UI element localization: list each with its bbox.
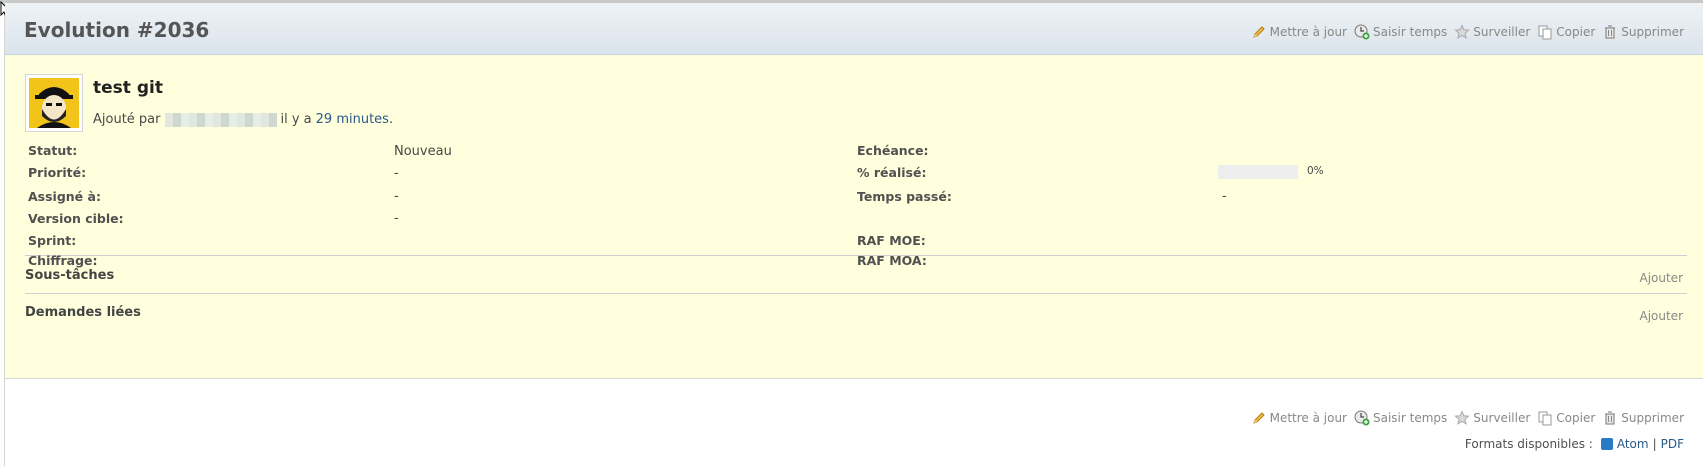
attr-label: Priorité: [28, 165, 87, 180]
relations-title: Demandes liées [25, 305, 141, 320]
user-avatar-icon [29, 78, 79, 128]
atom-link[interactable]: Atom [1617, 437, 1649, 451]
formats-label: Formats disponibles : [1464, 437, 1593, 451]
copy-button[interactable]: Copier [1537, 24, 1595, 40]
divider-relations [25, 293, 1687, 294]
log-time-button[interactable]: Saisir temps [1354, 410, 1447, 426]
attr-label: Sprint: [28, 233, 77, 248]
age-end: . [388, 112, 394, 127]
update-button[interactable]: Mettre à jour [1251, 24, 1347, 40]
delete-button[interactable]: Supprimer [1602, 410, 1684, 426]
trash-icon [1605, 411, 1616, 425]
log-time-button[interactable]: Saisir temps [1354, 24, 1447, 40]
status-value: Nouveau [394, 144, 452, 159]
copy-icon [1538, 25, 1552, 40]
attr-label: RAF MOA: [857, 253, 927, 268]
log-time-label: Saisir temps [1373, 411, 1448, 425]
issue-subject: test git [93, 78, 163, 98]
subtasks-add-link[interactable]: Ajouter [1639, 271, 1683, 285]
trash-icon [1605, 25, 1616, 39]
attr-label: Assigné à: [28, 189, 101, 204]
clock-add-icon [1354, 410, 1370, 426]
copy-label: Copier [1556, 25, 1596, 39]
attr-label: RAF MOE: [857, 233, 926, 248]
star-icon [1454, 410, 1470, 425]
delete-button[interactable]: Supprimer [1602, 24, 1684, 40]
avatar [25, 74, 83, 132]
divider-subtasks [25, 255, 1687, 256]
pencil-icon [1252, 26, 1265, 38]
author-line: Ajouté par il y a 29 minutes. [93, 112, 393, 127]
age-link[interactable]: 29 minutes [316, 112, 389, 127]
top-actions-bar: Mettre à jour Saisir temps Surveiller Co… [1251, 24, 1684, 40]
log-time-label: Saisir temps [1373, 25, 1448, 39]
author-suffix: il y a [280, 112, 312, 127]
export-formats: Formats disponibles : Atom | PDF [1465, 437, 1684, 451]
copy-label: Copier [1556, 411, 1596, 425]
delete-label: Supprimer [1621, 25, 1684, 39]
progress-bar [1218, 165, 1298, 179]
relations-add-link[interactable]: Ajouter [1639, 309, 1683, 323]
attr-label: Echéance: [857, 143, 929, 158]
update-button[interactable]: Mettre à jour [1251, 410, 1347, 426]
copy-icon [1538, 411, 1552, 426]
bottom-actions-bar: Mettre à jour Saisir temps Surveiller Co… [1251, 410, 1684, 426]
attr-label: Version cible: [28, 211, 124, 226]
priority-value: - [394, 166, 399, 181]
watch-label: Surveiller [1473, 411, 1531, 425]
delete-label: Supprimer [1621, 411, 1684, 425]
issue-title: Evolution #2036 [24, 18, 210, 42]
issue-details: test git Ajouté par il y a 29 minutes. S… [5, 55, 1703, 379]
attr-label: Statut: [28, 143, 78, 158]
rss-feed-icon [1600, 438, 1613, 450]
watch-button[interactable]: Surveiller [1454, 410, 1530, 426]
formats-separator: | [1652, 437, 1657, 451]
author-prefix: Ajouté par [93, 112, 161, 127]
progress-percent: 0% [1307, 165, 1324, 177]
clock-add-icon [1354, 24, 1370, 40]
assignee-value: - [394, 189, 399, 204]
attr-label: Temps passé: [857, 189, 952, 204]
attr-label: % réalisé: [857, 165, 927, 180]
subtasks-title: Sous-tâches [25, 268, 115, 283]
watch-label: Surveiller [1473, 25, 1531, 39]
author-name-redacted[interactable] [164, 112, 277, 127]
pdf-link[interactable]: PDF [1661, 437, 1684, 451]
copy-button[interactable]: Copier [1537, 410, 1595, 426]
pencil-icon [1252, 412, 1265, 424]
star-icon [1454, 24, 1470, 39]
update-label: Mettre à jour [1269, 411, 1347, 425]
spent-time-value: - [1222, 189, 1227, 204]
target-version-value: - [394, 211, 399, 226]
update-label: Mettre à jour [1269, 25, 1347, 39]
attr-label: Chiffrage: [28, 253, 98, 268]
watch-button[interactable]: Surveiller [1454, 24, 1530, 40]
